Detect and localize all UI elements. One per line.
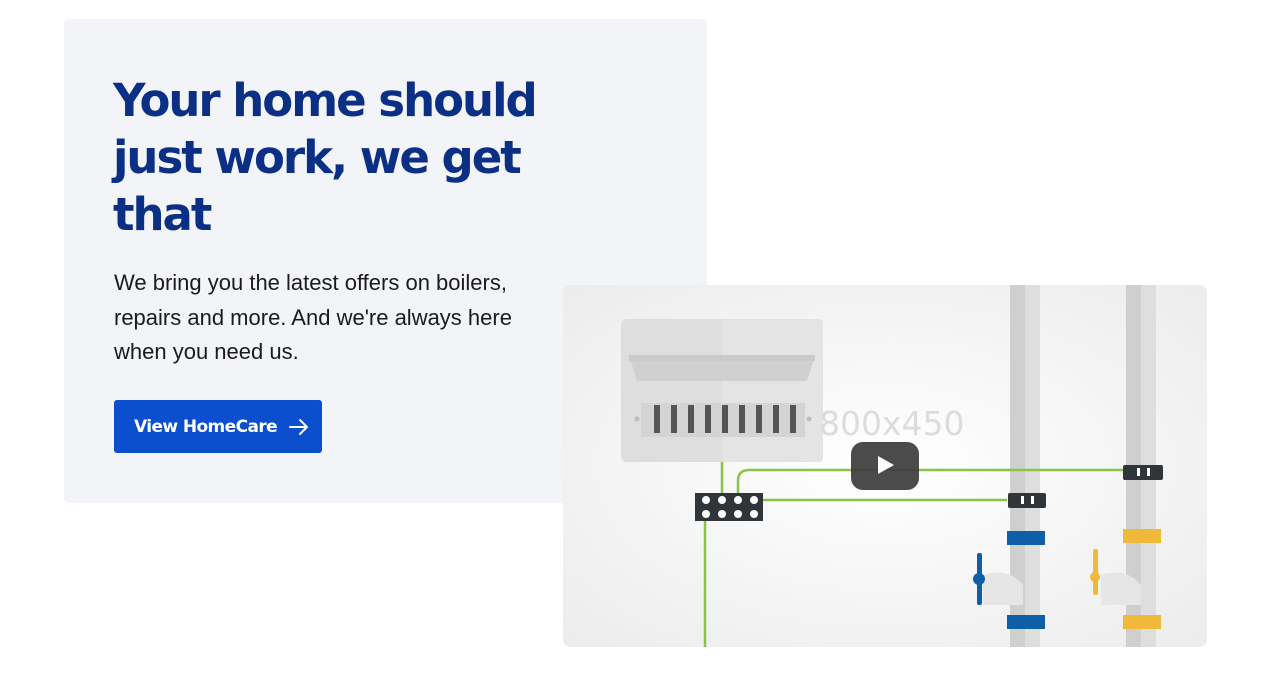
view-homecare-button[interactable]: View HomeCare [114,400,322,453]
hero-headline: Your home should just work, we get that [113,74,538,241]
play-button[interactable] [851,442,919,490]
connector-block-graphic [695,493,763,521]
placeholder-size-label: 800x450 [819,404,965,443]
arrow-right-icon [289,418,309,436]
view-homecare-label: View HomeCare [134,416,278,437]
play-icon [875,455,895,478]
fuse-box-graphic [621,319,823,462]
video-player[interactable]: 800x450 [563,285,1207,647]
hero-description: We bring you the latest offers on boiler… [114,270,512,364]
